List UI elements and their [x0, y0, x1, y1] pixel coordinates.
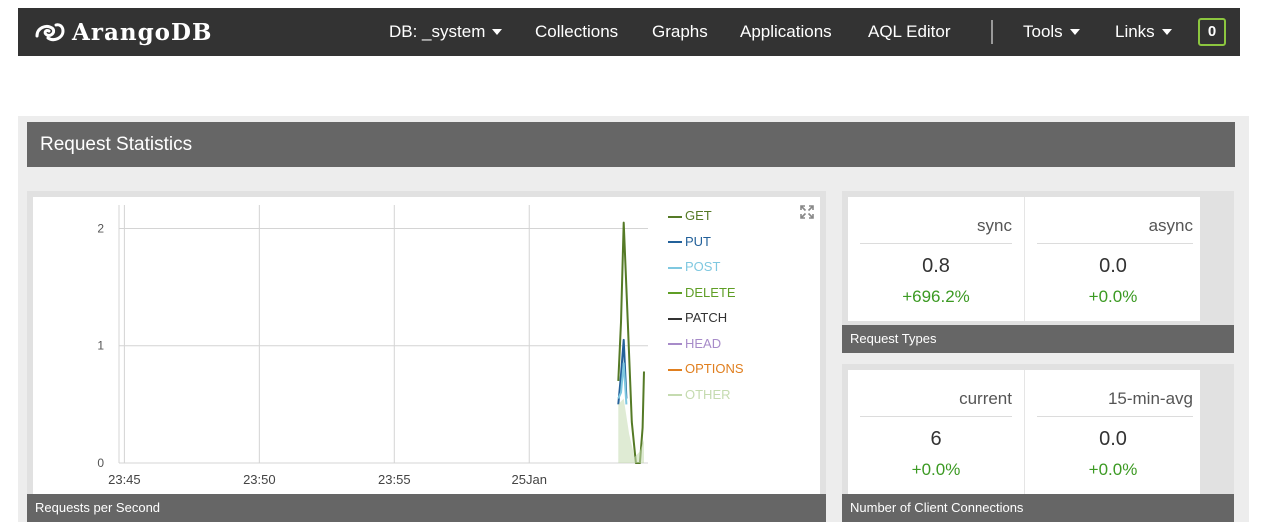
legend-swatch	[668, 241, 682, 244]
x-tick-label: 23:50	[243, 472, 276, 487]
legend-label: OTHER	[685, 386, 731, 402]
legend-swatch	[668, 215, 682, 218]
nav-links[interactable]: Links	[1115, 8, 1172, 56]
chart-legend: GET PUT POST DELETE PATCH HEAD OPTIONS OTHER	[668, 203, 744, 407]
request-types-stats: sync 0.8 +696.2% async 0.0 +0.0%	[848, 197, 1200, 321]
sync-stat: sync 0.8 +696.2%	[848, 197, 1024, 321]
request-types-card: sync 0.8 +696.2% async 0.0 +0.0% Request…	[842, 191, 1234, 353]
stat-label: sync	[860, 209, 1012, 244]
expand-arrows-icon[interactable]	[800, 205, 814, 219]
brand-name: ArangoDB	[72, 18, 213, 46]
top-navbar: ArangoDB DB: _system Collections Graphs …	[18, 8, 1240, 56]
request-types-footer: Request Types	[842, 325, 1234, 353]
requests-chart-card: 0 1 2 23:45 23:50 23:55 25Jan GET PUT POST DELETE…	[27, 191, 826, 522]
legend-swatch	[668, 368, 682, 371]
brand-logo[interactable]: ArangoDB	[34, 18, 212, 46]
legend-swatch	[668, 266, 682, 269]
legend-swatch	[668, 343, 682, 346]
nav-aql-editor[interactable]: AQL Editor	[868, 8, 951, 56]
stat-value: 0.0	[1099, 255, 1127, 277]
legend-label: PATCH	[685, 310, 728, 325]
legend-item-get[interactable]: GET	[668, 203, 744, 229]
legend-item-put[interactable]: PUT	[668, 229, 744, 255]
stat-change: +696.2%	[902, 287, 970, 306]
stat-value: 6	[930, 428, 942, 450]
stat-label: current	[860, 382, 1012, 417]
legend-swatch	[668, 317, 682, 320]
caret-down-icon	[492, 28, 503, 35]
chart-series	[617, 221, 645, 464]
legend-item-options[interactable]: OPTIONS	[668, 356, 744, 382]
legend-item-patch[interactable]: PATCH	[668, 305, 744, 331]
caret-down-icon	[1069, 28, 1080, 35]
nav-collections[interactable]: Collections	[535, 8, 618, 56]
x-tick-label: 25Jan	[512, 472, 547, 487]
client-connections-footer: Number of Client Connections	[842, 494, 1234, 522]
stat-value: 0.8	[922, 255, 950, 277]
stat-change: +0.0%	[911, 460, 961, 479]
client-connections-stats: current 6 +0.0% 15-min-avg 0.0 +0.0%	[848, 370, 1200, 494]
legend-swatch	[668, 394, 682, 397]
stat-value: 0.0	[1099, 428, 1127, 450]
legend-label: OPTIONS	[685, 361, 744, 376]
legend-item-head[interactable]: HEAD	[668, 331, 744, 357]
legend-item-post[interactable]: POST	[668, 254, 744, 280]
legend-item-other[interactable]: OTHER	[668, 382, 744, 408]
nav-applications[interactable]: Applications	[740, 8, 832, 56]
database-selector-label: DB: _system	[389, 22, 486, 41]
stat-change: +0.0%	[1088, 460, 1138, 479]
legend-label: POST	[685, 259, 721, 274]
panel-title: Request Statistics	[27, 122, 1235, 167]
arangodb-logo-icon	[35, 23, 65, 42]
requests-chart: 0 1 2 23:45 23:50 23:55 25Jan GET PUT POST DELETE…	[33, 197, 820, 494]
legend-item-delete[interactable]: DELETE	[668, 280, 744, 306]
nav-graphs[interactable]: Graphs	[652, 8, 708, 56]
chart-grid	[118, 205, 648, 464]
y-tick-label: 2	[97, 221, 104, 235]
current-connections-stat: current 6 +0.0%	[848, 370, 1024, 494]
legend-label: GET	[685, 208, 712, 223]
nav-tools-label: Tools	[1023, 22, 1063, 41]
stat-label: 15-min-avg	[1037, 382, 1193, 417]
legend-label: HEAD	[685, 335, 722, 351]
nav-links-label: Links	[1115, 22, 1155, 41]
legend-swatch	[668, 292, 682, 295]
database-selector[interactable]: DB: _system	[389, 8, 503, 56]
async-stat: async 0.0 +0.0%	[1024, 197, 1201, 321]
x-tick-label: 23:45	[108, 472, 141, 487]
nav-divider	[991, 20, 993, 44]
y-tick-label: 0	[97, 456, 104, 470]
avg-connections-stat: 15-min-avg 0.0 +0.0%	[1024, 370, 1201, 494]
legend-label: DELETE	[685, 284, 736, 300]
nav-tools[interactable]: Tools	[1023, 8, 1080, 56]
legend-label: PUT	[685, 233, 711, 249]
y-tick-label: 1	[97, 339, 104, 353]
chart-footer: Requests per Second	[27, 494, 826, 522]
notifications-badge[interactable]: 0	[1198, 18, 1226, 46]
dashboard-panel: Request Statistics 0 1 2 23:45 23:50 23:55 25J…	[18, 116, 1249, 522]
stat-change: +0.0%	[1088, 287, 1138, 306]
caret-down-icon	[1161, 28, 1172, 35]
chart-tick-labels: 0 1 2 23:45 23:50 23:55 25Jan	[97, 221, 547, 487]
x-tick-label: 23:55	[378, 472, 411, 487]
stat-label: async	[1037, 209, 1193, 244]
client-connections-card: current 6 +0.0% 15-min-avg 0.0 +0.0% Num…	[842, 364, 1234, 522]
